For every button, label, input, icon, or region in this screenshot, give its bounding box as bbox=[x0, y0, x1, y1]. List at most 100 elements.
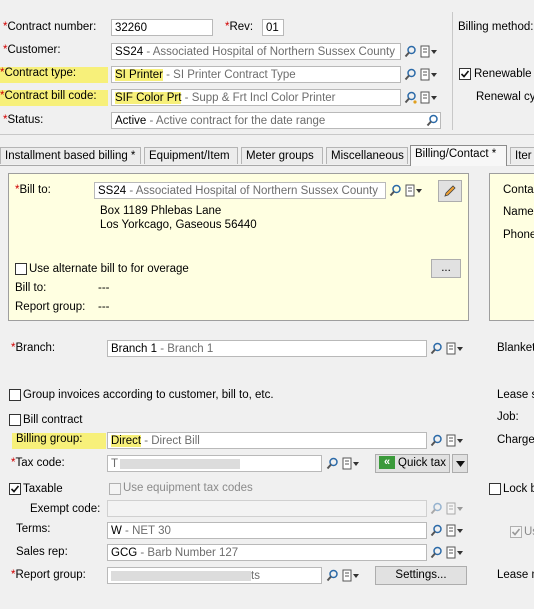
edit-bill-to-button[interactable] bbox=[438, 180, 462, 202]
customer-actions bbox=[404, 43, 438, 60]
tab-installment-billing[interactable]: Installment based billing * bbox=[0, 147, 141, 164]
tab-equipment-item[interactable]: Equipment/Item bbox=[144, 147, 238, 164]
lock-billing-checkbox[interactable] bbox=[489, 483, 501, 495]
status-field[interactable]: Active - Active contract for the date ra… bbox=[111, 112, 441, 129]
renewal-cycle-label: Renewal cyc bbox=[476, 91, 534, 103]
sales-rep-actions bbox=[430, 544, 464, 561]
search-icon[interactable] bbox=[430, 434, 443, 447]
search-icon[interactable] bbox=[404, 45, 417, 58]
sales-rep-field[interactable]: GCG - Barb Number 127 bbox=[107, 544, 427, 561]
search-icon[interactable] bbox=[326, 569, 339, 582]
charge-label: Charge bbox=[497, 434, 534, 446]
terms-field[interactable]: W - NET 30 bbox=[107, 522, 427, 539]
document-menu-icon[interactable] bbox=[446, 342, 464, 355]
taxable-checkbox[interactable] bbox=[9, 483, 21, 495]
contract-number-field[interactable]: 32260 bbox=[111, 19, 213, 36]
lease-m-label: Lease m bbox=[497, 569, 534, 581]
document-menu-icon[interactable] bbox=[446, 502, 464, 515]
billing-group-field[interactable]: Direct - Direct Bill bbox=[107, 432, 427, 449]
us-label: Us bbox=[524, 526, 534, 538]
rev-field[interactable]: 01 bbox=[262, 19, 284, 36]
alternate-bill-to-checkbox[interactable] bbox=[15, 263, 27, 275]
bill-to-field[interactable]: SS24 - Associated Hospital of Northern S… bbox=[94, 182, 386, 199]
search-icon[interactable] bbox=[404, 68, 417, 81]
alternate-bill-to-label: Use alternate bill to for overage bbox=[29, 263, 189, 275]
billing-group-actions bbox=[430, 432, 464, 449]
search-icon[interactable] bbox=[389, 184, 402, 197]
branch-field[interactable]: Branch 1 - Branch 1 bbox=[107, 340, 427, 357]
pencil-icon bbox=[443, 185, 457, 201]
exempt-code-label: Exempt code: bbox=[30, 503, 101, 515]
double-chevron-left-icon: « bbox=[379, 456, 396, 470]
tab-items[interactable]: Iter bbox=[510, 147, 534, 164]
document-menu-icon[interactable] bbox=[342, 457, 360, 470]
renewable-checkbox[interactable] bbox=[459, 68, 471, 80]
document-menu-icon[interactable] bbox=[446, 524, 464, 537]
document-menu-icon[interactable] bbox=[420, 91, 438, 104]
search-edit-icon[interactable] bbox=[404, 91, 417, 104]
terms-actions bbox=[430, 522, 464, 539]
use-equipment-tax-checkbox[interactable] bbox=[109, 483, 121, 495]
billing-group-label: Billing group: bbox=[12, 433, 106, 449]
tax-code-label: *Tax code: bbox=[11, 457, 65, 469]
document-menu-icon[interactable] bbox=[420, 68, 438, 81]
header-divider bbox=[452, 12, 453, 130]
contract-bill-code-field[interactable]: SIF Color Prt - Supp & Frt Incl Color Pr… bbox=[111, 89, 401, 106]
sales-rep-label: Sales rep: bbox=[16, 546, 68, 558]
contract-number-label: *Contract number: bbox=[3, 21, 97, 33]
customer-field[interactable]: SS24 - Associated Hospital of Northern S… bbox=[111, 43, 401, 60]
use-equipment-tax-label: Use equipment tax codes bbox=[123, 482, 253, 494]
document-menu-icon[interactable] bbox=[420, 45, 438, 58]
contract-bill-code-actions bbox=[404, 89, 438, 106]
tax-code-field[interactable]: T bbox=[107, 455, 322, 472]
redacted-block bbox=[120, 458, 241, 469]
job-label: Job: bbox=[497, 411, 519, 423]
alt-report-group-label: Report group: bbox=[15, 301, 86, 313]
search-icon[interactable] bbox=[430, 524, 443, 537]
alt-report-group-value: --- bbox=[98, 301, 110, 313]
terms-label: Terms: bbox=[16, 523, 51, 535]
taxable-label: Taxable bbox=[23, 483, 63, 495]
tab-strip: Installment based billing * Equipment/It… bbox=[0, 145, 534, 166]
contract-type-field[interactable]: SI Printer - SI Printer Contract Type bbox=[111, 66, 401, 83]
search-icon[interactable] bbox=[326, 457, 339, 470]
rev-label: *Rev: bbox=[225, 21, 254, 33]
chevron-down-icon bbox=[455, 458, 465, 470]
tab-miscellaneous[interactable]: Miscellaneous bbox=[326, 147, 408, 164]
quick-tax-dropdown[interactable] bbox=[452, 454, 468, 473]
contact-name-label: Name: bbox=[503, 206, 534, 218]
contract-type-actions bbox=[404, 66, 438, 83]
exempt-code-actions bbox=[430, 500, 464, 517]
search-icon[interactable] bbox=[430, 502, 443, 515]
contract-type-label: *Contract type: bbox=[0, 67, 108, 83]
bill-to-label: *Bill to: bbox=[15, 184, 51, 196]
bill-contract-checkbox[interactable] bbox=[9, 414, 21, 426]
exempt-code-field[interactable] bbox=[107, 500, 427, 517]
search-icon[interactable] bbox=[430, 342, 443, 355]
status-label: *Status: bbox=[3, 114, 44, 126]
tab-meter-groups[interactable]: Meter groups bbox=[241, 147, 323, 164]
contract-bill-code-label: *Contract bill code: bbox=[0, 90, 108, 106]
document-menu-icon[interactable] bbox=[446, 546, 464, 559]
document-menu-icon[interactable] bbox=[446, 434, 464, 447]
bill-to-actions bbox=[389, 182, 423, 199]
branch-actions bbox=[430, 340, 464, 357]
lock-b-label: Lock b bbox=[503, 483, 534, 495]
document-menu-icon[interactable] bbox=[405, 184, 423, 197]
redacted-block bbox=[111, 570, 251, 581]
search-icon[interactable] bbox=[430, 546, 443, 559]
settings-button[interactable]: Settings... bbox=[375, 566, 467, 585]
search-icon[interactable] bbox=[426, 114, 439, 127]
billing-method-label: Billing method: bbox=[458, 21, 534, 33]
group-invoices-label: Group invoices according to customer, bi… bbox=[23, 389, 274, 401]
use-checkbox[interactable] bbox=[510, 526, 522, 538]
document-menu-icon[interactable] bbox=[342, 569, 360, 582]
lease-s-label: Lease s bbox=[497, 389, 534, 401]
renewable-label: Renewable bbox=[474, 68, 532, 80]
quick-tax-button[interactable]: «Quick tax bbox=[375, 454, 450, 473]
alternate-bill-to-more-button[interactable]: ... bbox=[431, 259, 461, 278]
report-group-field[interactable]: ts bbox=[107, 567, 322, 584]
blanket-label: Blanket bbox=[497, 342, 534, 354]
tab-billing-contact[interactable]: Billing/Contact * bbox=[410, 145, 507, 166]
group-invoices-checkbox[interactable] bbox=[9, 389, 21, 401]
